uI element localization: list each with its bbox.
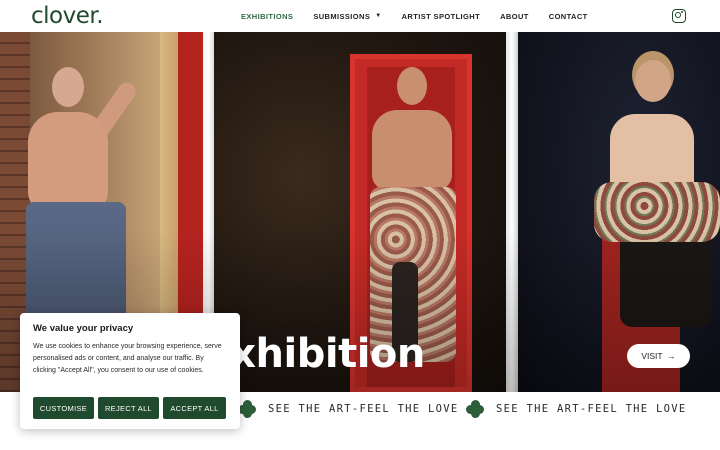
logo-text: clover [31, 3, 97, 29]
reject-all-button[interactable]: REJECT ALL [98, 397, 159, 419]
nav-submissions-label: SUBMISSIONS [313, 11, 371, 21]
cookie-title: We value your privacy [33, 323, 134, 334]
nav-about-label: ABOUT [500, 11, 529, 21]
nav-artist-spotlight[interactable]: ARTIST SPOTLIGHT [402, 12, 480, 21]
clover-icon [466, 400, 484, 419]
logo-dot: . [96, 3, 104, 29]
ticker-text: SEE THE ART-FEEL THE LOVE [496, 403, 687, 415]
arrow-right-icon: → [666, 351, 676, 361]
cookie-consent-banner: We value your privacy We use cookies to … [20, 313, 240, 429]
nav-submissions[interactable]: SUBMISSIONS ▼ [313, 12, 381, 21]
nav-contact-label: CONTACT [548, 11, 588, 21]
accept-all-button[interactable]: ACCEPT ALL [163, 397, 226, 419]
ticker-item: SEE THE ART-FEEL THE LOVE [466, 400, 687, 419]
nav-about[interactable]: ABOUT [500, 12, 529, 21]
nav-contact[interactable]: CONTACT [549, 12, 588, 21]
clover-icon [238, 400, 256, 419]
main-nav: EXHIBITIONS SUBMISSIONS ▼ ARTIST SPOTLIGH… [241, 0, 608, 32]
site-header: clover. EXHIBITIONS SUBMISSIONS ▼ ARTIST … [0, 0, 720, 32]
instagram-icon[interactable] [672, 9, 686, 23]
ticker-item: SEE THE ART-FEEL THE LOVE [238, 400, 459, 419]
nav-exhibitions[interactable]: EXHIBITIONS [241, 12, 293, 21]
customise-button[interactable]: CUSTOMISE [33, 397, 94, 419]
chevron-down-icon: ▼ [375, 13, 382, 19]
visit-label: VISIT [641, 351, 663, 361]
ticker-text: SEE THE ART-FEEL THE LOVE [268, 403, 459, 415]
cookie-actions: CUSTOMISE REJECT ALL ACCEPT ALL [33, 397, 226, 419]
nav-exhibitions-label: EXHIBITIONS [241, 11, 294, 21]
logo[interactable]: clover. [31, 2, 104, 30]
visit-button[interactable]: VISIT → [627, 344, 690, 368]
cookie-message: We use cookies to enhance your browsing … [33, 343, 222, 374]
nav-artist-spotlight-label: ARTIST SPOTLIGHT [401, 11, 481, 21]
